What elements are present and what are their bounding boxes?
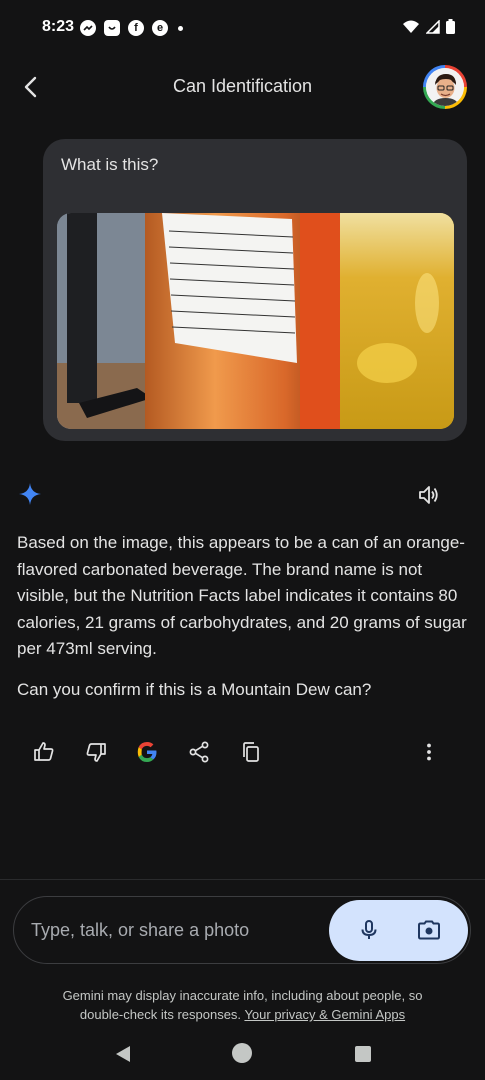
status-time: 8:23 xyxy=(42,18,75,35)
status-left-icons: f e xyxy=(80,20,183,36)
thumbs-up-icon[interactable] xyxy=(32,740,56,764)
wifi-icon xyxy=(403,20,419,33)
messenger-icon xyxy=(80,20,96,36)
dot-icon xyxy=(178,25,183,31)
avatar-face-icon xyxy=(426,68,464,106)
nav-home-icon[interactable] xyxy=(232,1043,252,1063)
page-title: Can Identification xyxy=(172,76,313,96)
thumbs-down-icon[interactable] xyxy=(84,740,108,764)
disclaimer: Gemini may display inaccurate info, incl… xyxy=(40,986,445,1024)
divider xyxy=(0,879,485,880)
share-icon[interactable] xyxy=(187,740,211,764)
can-photo-drawing xyxy=(57,213,454,429)
copy-icon[interactable] xyxy=(239,740,263,764)
camera-icon[interactable] xyxy=(416,918,442,942)
mic-icon[interactable] xyxy=(357,918,381,942)
signal-icon xyxy=(426,19,440,34)
input-actions-pill xyxy=(329,900,468,961)
more-icon[interactable] xyxy=(417,740,441,764)
speaker-icon[interactable] xyxy=(417,483,441,507)
user-message-text: What is this? xyxy=(61,155,159,174)
nav-recents-icon[interactable] xyxy=(355,1046,371,1062)
orange-can-photo[interactable] xyxy=(57,213,454,429)
battery-icon xyxy=(446,19,455,34)
shopping-bag-icon xyxy=(104,20,120,36)
status-right-icons xyxy=(402,19,455,34)
nav-back-icon[interactable] xyxy=(114,1045,132,1063)
response-paragraph: Based on the image, this appears to be a… xyxy=(17,533,467,658)
google-icon[interactable] xyxy=(135,740,159,764)
response-question: Can you confirm if this is a Mountain De… xyxy=(17,680,372,699)
facebook-icon: f xyxy=(128,20,144,36)
prompt-placeholder[interactable]: Type, talk, or share a photo xyxy=(31,920,249,941)
gemini-sparkle-icon xyxy=(19,483,41,505)
avatar[interactable] xyxy=(423,65,467,109)
privacy-link[interactable]: Your privacy & Gemini Apps xyxy=(244,1007,405,1022)
edge-icon: e xyxy=(152,20,168,36)
